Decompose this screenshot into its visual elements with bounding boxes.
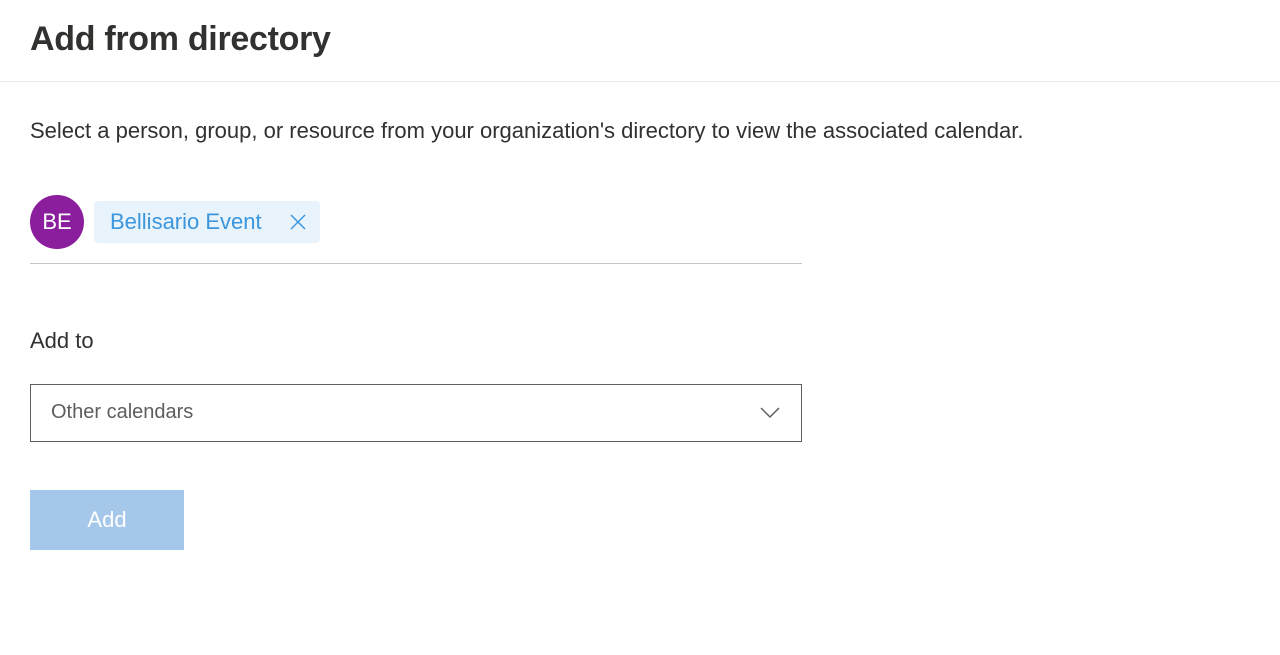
instruction-text: Select a person, group, or resource from… <box>30 116 1250 147</box>
add-to-select[interactable]: Other calendars <box>30 384 802 442</box>
chevron-down-icon <box>759 406 781 420</box>
page-header: Add from directory <box>0 0 1280 82</box>
page-body: Select a person, group, or resource from… <box>0 82 1280 584</box>
directory-picker[interactable]: BE Bellisario Event <box>30 195 802 264</box>
page-title: Add from directory <box>30 20 1250 59</box>
close-icon <box>290 214 306 230</box>
selected-person-chip: Bellisario Event <box>94 201 320 243</box>
add-to-selected-value: Other calendars <box>51 401 193 424</box>
add-button[interactable]: Add <box>30 490 184 550</box>
avatar-initials: BE <box>42 209 71 235</box>
avatar: BE <box>30 195 84 249</box>
remove-selection-button[interactable] <box>290 214 306 230</box>
chip-label: Bellisario Event <box>110 209 262 235</box>
add-to-label: Add to <box>30 328 1250 354</box>
